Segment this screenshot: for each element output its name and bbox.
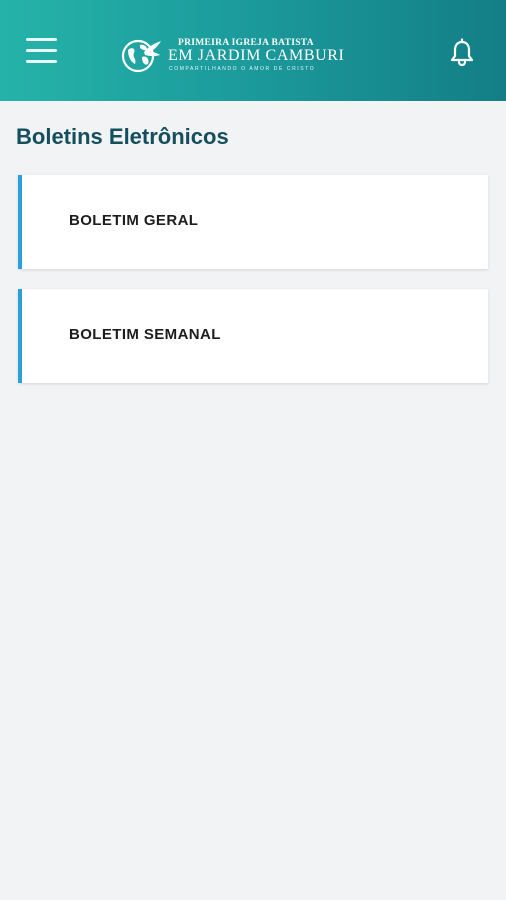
- logo-tagline: COMPARTILHANDO O AMOR DE CRISTO: [169, 66, 316, 72]
- bell-icon: [450, 38, 474, 67]
- bulletin-card-label: BOLETIM GERAL: [69, 212, 199, 229]
- notification-button[interactable]: [448, 38, 476, 68]
- menu-bar-top: [26, 38, 57, 41]
- bulletin-card-semanal[interactable]: BOLETIM SEMANAL: [18, 289, 488, 383]
- logo-title-line2: EM JARDIM CAMBURI: [168, 47, 345, 64]
- bulletin-card-geral[interactable]: BOLETIM GERAL: [18, 175, 488, 269]
- bulletin-card-label: BOLETIM SEMANAL: [69, 326, 221, 343]
- hamburger-menu-button[interactable]: [22, 32, 62, 68]
- church-logo: PRIMEIRA IGREJA BATISTA EM JARDIM CAMBUR…: [118, 34, 344, 76]
- app-header: PRIMEIRA IGREJA BATISTA EM JARDIM CAMBUR…: [0, 0, 506, 101]
- menu-bar-bottom: [26, 60, 57, 63]
- globe-dove-icon: [121, 39, 161, 73]
- menu-bar-middle: [26, 49, 57, 52]
- page-title: Boletins Eletrônicos: [16, 124, 229, 149]
